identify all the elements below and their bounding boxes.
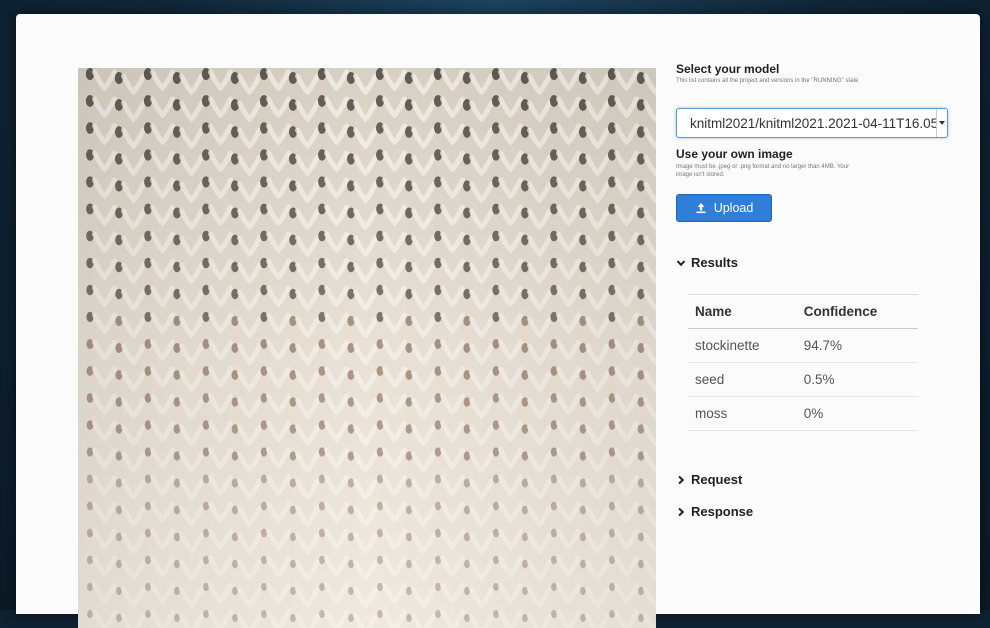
upload-button-label: Upload <box>713 201 754 215</box>
column-header-name: Name <box>688 294 797 329</box>
model-select[interactable]: knitml2021/knitml2021.2021-04-11T16.05 <box>676 108 948 138</box>
response-toggle[interactable]: Response <box>676 504 753 519</box>
main-panel: Select your model This list contains all… <box>16 14 980 628</box>
app-background: Select your model This list contains all… <box>0 0 990 628</box>
table-header-row: Name Confidence <box>688 294 918 329</box>
table-row: stockinette 94.7% <box>688 328 918 363</box>
request-title: Request <box>691 472 743 487</box>
chevron-right-icon <box>678 475 685 484</box>
uploaded-image-preview <box>78 68 656 628</box>
model-section-title: Select your model <box>676 62 780 76</box>
results-title: Results <box>691 255 738 270</box>
result-confidence: 0% <box>796 396 918 431</box>
results-toggle[interactable]: Results <box>676 255 738 270</box>
column-header-confidence: Confidence <box>796 294 918 329</box>
upload-icon <box>696 203 706 214</box>
table-row: moss 0% <box>688 396 918 431</box>
result-confidence: 94.7% <box>796 328 918 363</box>
control-sidebar: Select your model This list contains all… <box>676 14 976 614</box>
table-row: seed 0.5% <box>688 362 918 397</box>
request-toggle[interactable]: Request <box>676 472 742 487</box>
image-section-description: Image must be .jpeg or .png format and n… <box>676 164 850 178</box>
chevron-down-icon <box>676 259 686 266</box>
model-select-value: knitml2021/knitml2021.2021-04-11T16.05 <box>690 116 939 131</box>
results-table: Name Confidence stockinette 94.7% seed 0… <box>688 294 918 431</box>
chevron-right-icon <box>678 507 685 516</box>
image-section-title: Use your own image <box>676 147 793 161</box>
result-name: moss <box>688 396 797 431</box>
upload-button[interactable]: Upload <box>676 194 772 222</box>
response-title: Response <box>691 504 754 519</box>
model-section-description: This list contains all the project and v… <box>676 78 859 84</box>
result-name: stockinette <box>688 328 797 363</box>
result-confidence: 0.5% <box>796 362 918 397</box>
knit-texture-image <box>78 68 656 628</box>
result-name: seed <box>688 362 797 397</box>
select-caret-icon[interactable] <box>936 109 947 137</box>
